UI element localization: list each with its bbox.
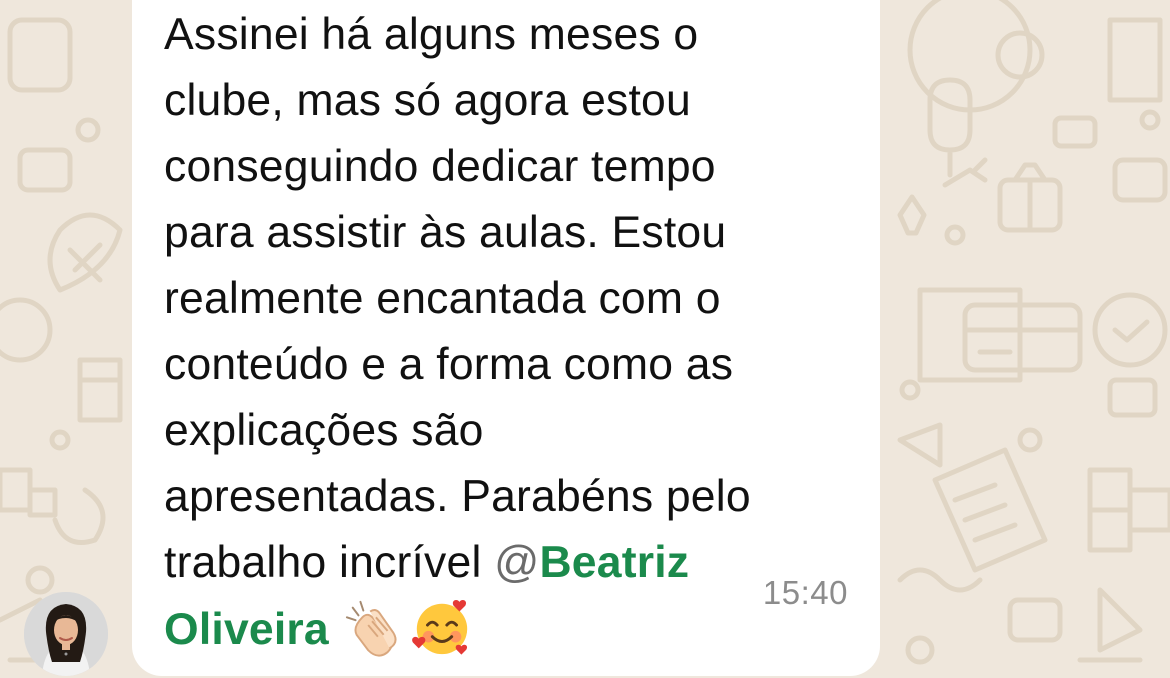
- message-line: Assinei há alguns meses o: [164, 10, 699, 59]
- message-text: Assinei há alguns meses o clube, mas só …: [164, 2, 854, 663]
- mention-at-sign[interactable]: @: [494, 538, 539, 587]
- clapping-hands-emoji: [343, 596, 405, 658]
- message-line: conseguindo dedicar tempo: [164, 142, 716, 191]
- message-line: trabalho incrível @Beatriz: [164, 530, 854, 596]
- sender-avatar[interactable]: [24, 592, 108, 676]
- message-line: realmente encantada com o: [164, 274, 721, 323]
- message-line: para assistir às aulas. Estou: [164, 208, 727, 257]
- message-line: explicações são: [164, 406, 484, 455]
- message-line: Oliveira: [164, 596, 854, 663]
- message-line-text: trabalho incrível: [164, 538, 495, 587]
- mention-last-name[interactable]: Oliveira: [164, 605, 329, 654]
- message-line: conteúdo e a forma como as: [164, 340, 734, 389]
- message-timestamp: 15:40: [762, 574, 848, 611]
- message-bubble[interactable]: Assinei há alguns meses o clube, mas só …: [132, 0, 880, 676]
- smiling-face-with-hearts-emoji: [411, 596, 473, 658]
- mention-first-name[interactable]: Beatriz: [539, 538, 689, 587]
- message-line: apresentadas. Parabéns pelo: [164, 472, 751, 521]
- message-line: clube, mas só agora estou: [164, 76, 691, 125]
